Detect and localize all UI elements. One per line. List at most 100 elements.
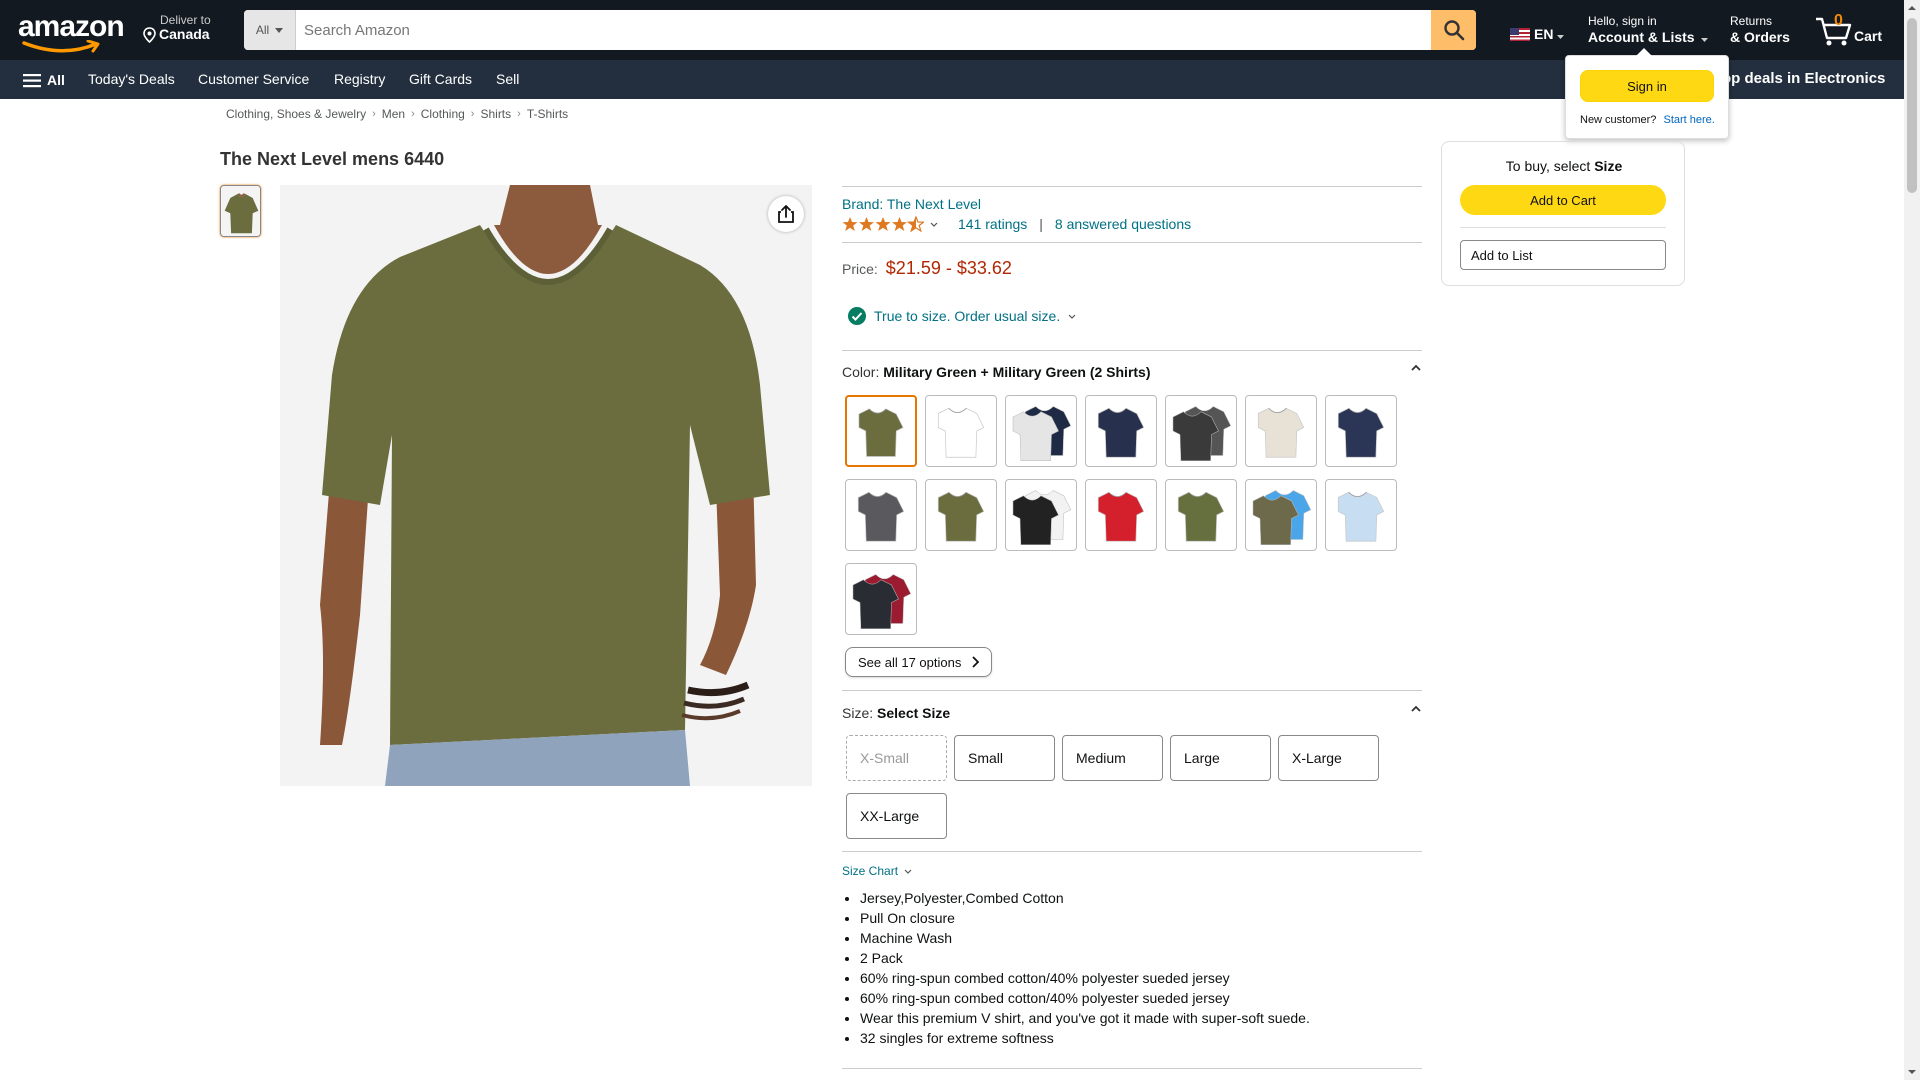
share-icon <box>778 205 794 223</box>
amazon-logo[interactable]: amazon <box>18 10 125 53</box>
color-swatch[interactable] <box>1325 395 1397 467</box>
search-category-select[interactable]: All <box>244 10 296 50</box>
color-swatch[interactable] <box>1245 395 1317 467</box>
logo-smile-icon <box>22 40 100 53</box>
search-bar: All <box>244 10 1476 50</box>
color-swatch[interactable] <box>1005 479 1077 551</box>
add-to-cart-button[interactable]: Add to Cart <box>1460 185 1666 215</box>
tshirt-swatch-icon <box>1172 406 1232 462</box>
color-swatch[interactable] <box>845 395 917 467</box>
color-swatch[interactable] <box>845 479 917 551</box>
chevron-down-icon[interactable] <box>930 222 938 227</box>
signin-button[interactable]: Sign in <box>1580 70 1714 102</box>
breadcrumb-separator-icon: › <box>517 108 521 120</box>
logo-text: amazon <box>18 10 125 43</box>
color-swatch[interactable] <box>1325 479 1397 551</box>
returns-label: Returns <box>1730 14 1773 28</box>
search-category-label: All <box>255 23 270 37</box>
returns-orders[interactable]: Returns & Orders <box>1730 14 1790 45</box>
breadcrumb-item[interactable]: Men <box>382 107 405 121</box>
color-swatch[interactable] <box>1245 479 1317 551</box>
nav-promo-electronics[interactable]: op deals in Electronics <box>1722 70 1885 87</box>
deliver-to-location: Canada <box>159 26 210 43</box>
scrollbar-thumb[interactable] <box>1907 18 1917 193</box>
scroll-down-arrow-icon[interactable] <box>1904 1064 1920 1080</box>
nav-gift-cards[interactable]: Gift Cards <box>409 71 472 87</box>
color-swatch[interactable] <box>1165 395 1237 467</box>
size-option-small[interactable]: Small <box>954 735 1055 781</box>
color-swatch[interactable] <box>845 563 917 635</box>
feature-bullets: Jersey,Polyester,Combed Cotton Pull On c… <box>860 888 1310 1048</box>
tshirt-swatch-icon <box>937 491 985 542</box>
all-menu-label: All <box>47 72 65 88</box>
fit-text: True to size. Order usual size. <box>874 308 1061 324</box>
breadcrumb-item[interactable]: Shirts <box>480 107 511 121</box>
main-product-image[interactable] <box>280 185 812 786</box>
answered-questions-link[interactable]: 8 answered questions <box>1055 216 1191 232</box>
size-option-xlarge[interactable]: X-Large <box>1278 735 1379 781</box>
tshirt-thumbnail-image <box>221 186 260 236</box>
chevron-up-icon[interactable] <box>1410 364 1422 372</box>
size-option-xxlarge[interactable]: XX-Large <box>846 793 947 839</box>
divider <box>1460 227 1666 228</box>
scroll-up-arrow-icon[interactable] <box>1904 0 1920 16</box>
tshirt-swatch-icon <box>1252 490 1312 546</box>
size-chart-link[interactable]: Size Chart <box>842 864 912 878</box>
nav-sell[interactable]: Sell <box>496 71 519 87</box>
tshirt-swatch-icon <box>852 574 912 630</box>
nav-registry[interactable]: Registry <box>334 71 385 87</box>
tshirt-swatch-icon <box>1097 407 1145 458</box>
feature-bullet: 60% ring-spun combed cotton/40% polyeste… <box>860 988 1310 1008</box>
share-button[interactable] <box>768 196 804 232</box>
new-customer-text: New customer? Start here. <box>1580 114 1715 126</box>
gallery-thumbnail[interactable] <box>220 185 261 237</box>
price-row: Price: $21.59 - $33.62 <box>842 258 1012 279</box>
breadcrumb-item[interactable]: Clothing <box>421 107 465 121</box>
nav-customer-service[interactable]: Customer Service <box>198 71 309 87</box>
size-option-medium[interactable]: Medium <box>1062 735 1163 781</box>
feature-bullet: 60% ring-spun combed cotton/40% polyeste… <box>860 968 1310 988</box>
pipe-separator: | <box>1039 216 1043 232</box>
tshirt-swatch-icon <box>1337 491 1385 542</box>
breadcrumb-separator-icon: › <box>411 108 415 120</box>
breadcrumb-item[interactable]: T-Shirts <box>527 107 568 121</box>
breadcrumb-item[interactable]: Clothing, Shoes & Jewelry <box>226 107 366 121</box>
brand-link[interactable]: Brand: The Next Level <box>842 196 981 212</box>
color-swatch[interactable] <box>1165 479 1237 551</box>
add-to-list-button[interactable]: Add to List <box>1460 240 1666 270</box>
location-pin-icon <box>143 27 156 44</box>
hamburger-menu-icon <box>23 73 41 87</box>
see-all-options-button[interactable]: See all 17 options <box>845 647 993 677</box>
account-greeting: Hello, sign in <box>1588 14 1657 28</box>
feature-bullet: Jersey,Polyester,Combed Cotton <box>860 888 1310 908</box>
buy-box-message-bold: Size <box>1594 158 1623 174</box>
account-lists[interactable]: Hello, sign in Account & Lists <box>1588 14 1709 45</box>
see-all-options-label: See all 17 options <box>858 654 962 670</box>
start-here-link[interactable]: Start here. <box>1663 114 1714 126</box>
size-label: Size: <box>842 705 874 721</box>
color-swatch[interactable] <box>1005 395 1077 467</box>
color-swatch[interactable] <box>925 479 997 551</box>
us-flag-icon <box>1510 27 1530 41</box>
chevron-up-icon[interactable] <box>1410 705 1422 713</box>
search-input[interactable] <box>296 10 1431 50</box>
fit-recommendation[interactable]: True to size. Order usual size. <box>848 307 1076 325</box>
cart-button[interactable]: 0 Cart <box>1814 10 1884 50</box>
nav-todays-deals[interactable]: Today's Deals <box>88 71 175 87</box>
color-swatch[interactable] <box>1085 395 1157 467</box>
color-swatch[interactable] <box>1085 479 1157 551</box>
star-rating-icon[interactable] <box>842 216 924 232</box>
page-scrollbar[interactable] <box>1904 0 1920 1080</box>
ratings-count-link[interactable]: 141 ratings <box>958 216 1027 232</box>
tshirt-swatch-icon <box>1337 407 1385 458</box>
size-option-xsmall[interactable]: X-Small <box>846 735 947 781</box>
deliver-to[interactable]: Deliver to Canada <box>142 13 211 44</box>
search-button[interactable] <box>1431 10 1476 50</box>
color-swatch[interactable] <box>925 395 997 467</box>
language-selector[interactable]: EN <box>1510 26 1565 42</box>
size-option-large[interactable]: Large <box>1170 735 1271 781</box>
color-selector-header: Color: Military Green + Military Green (… <box>842 364 1422 380</box>
rating-row: 141 ratings | 8 answered questions <box>842 216 1191 232</box>
tshirt-swatch-icon <box>1257 407 1305 458</box>
all-menu-button[interactable]: All <box>23 72 65 88</box>
